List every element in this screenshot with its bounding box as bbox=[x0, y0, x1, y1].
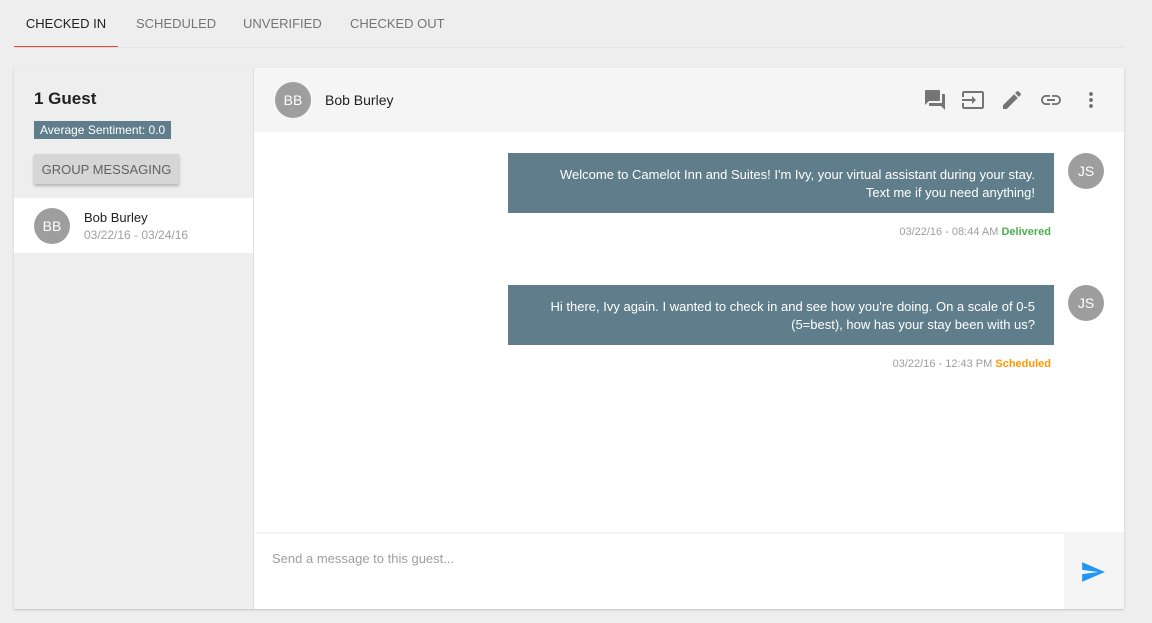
more-vert-icon[interactable] bbox=[1079, 88, 1103, 112]
tab-checked-out[interactable]: Checked Out bbox=[335, 0, 445, 48]
link-icon[interactable] bbox=[1039, 88, 1063, 112]
send-icon[interactable] bbox=[1080, 559, 1106, 585]
tab-scheduled[interactable]: Scheduled bbox=[118, 0, 228, 48]
message-timestamp: 03/22/16 - 12:43 PM bbox=[892, 358, 993, 370]
guest-name: Bob Burley bbox=[84, 210, 148, 225]
tab-divider bbox=[14, 47, 1124, 48]
status-tabs: Checked In Scheduled Unverified Checked … bbox=[14, 0, 445, 48]
message-text: Welcome to Camelot Inn and Suites! I'm I… bbox=[559, 167, 1035, 182]
tab-unverified[interactable]: Unverified bbox=[228, 0, 335, 48]
conversation-panel: BB Bob Burley Welcome to Camelot Inn and… bbox=[254, 68, 1124, 609]
message-meta: 03/22/16 - 08:44 AM Delivered bbox=[899, 226, 1051, 238]
guest-count: 1 Guest bbox=[34, 89, 97, 108]
avatar: JS bbox=[1068, 285, 1104, 321]
message-input[interactable] bbox=[254, 534, 1064, 609]
message-composer bbox=[254, 534, 1064, 609]
guest-list-item[interactable]: BB Bob Burley 03/22/16 - 03/24/16 bbox=[14, 198, 253, 253]
message-status: Delivered bbox=[1001, 226, 1051, 238]
message-text: (5=best), how has your stay been with us… bbox=[791, 317, 1035, 332]
message-meta: 03/22/16 - 12:43 PM Scheduled bbox=[893, 358, 1051, 370]
edit-icon[interactable] bbox=[1000, 88, 1024, 112]
avatar: BB bbox=[275, 82, 311, 118]
message-status: Scheduled bbox=[995, 358, 1051, 370]
guest-stay-dates: 03/22/16 - 03/24/16 bbox=[84, 228, 189, 242]
tab-checked-in[interactable]: Checked In bbox=[14, 0, 118, 48]
message-bubble: Hi there, Ivy again. I wanted to check i… bbox=[508, 285, 1054, 345]
chat-icon[interactable] bbox=[923, 88, 947, 112]
checkout-icon[interactable] bbox=[961, 88, 985, 112]
avatar: JS bbox=[1068, 153, 1104, 189]
chat-guest-name: Bob Burley bbox=[325, 92, 394, 108]
group-messaging-button[interactable]: Group Messaging bbox=[34, 154, 179, 184]
main-card: 1 Guest Average Sentiment: 0.0 Group Mes… bbox=[14, 68, 1124, 609]
chat-header: BB Bob Burley bbox=[254, 68, 1124, 132]
message-text: Text me if you need anything! bbox=[865, 185, 1035, 200]
message-timestamp: 03/22/16 - 08:44 AM bbox=[899, 226, 999, 238]
message-bubble: Welcome to Camelot Inn and Suites! I'm I… bbox=[508, 153, 1054, 213]
message-text: Hi there, Ivy again. I wanted to check i… bbox=[550, 299, 1036, 314]
sentiment-badge: Average Sentiment: 0.0 bbox=[34, 121, 172, 139]
guest-sidebar: 1 Guest Average Sentiment: 0.0 Group Mes… bbox=[14, 68, 254, 609]
message-thread: Welcome to Camelot Inn and Suites! I'm I… bbox=[254, 132, 1124, 532]
avatar: BB bbox=[34, 208, 70, 244]
